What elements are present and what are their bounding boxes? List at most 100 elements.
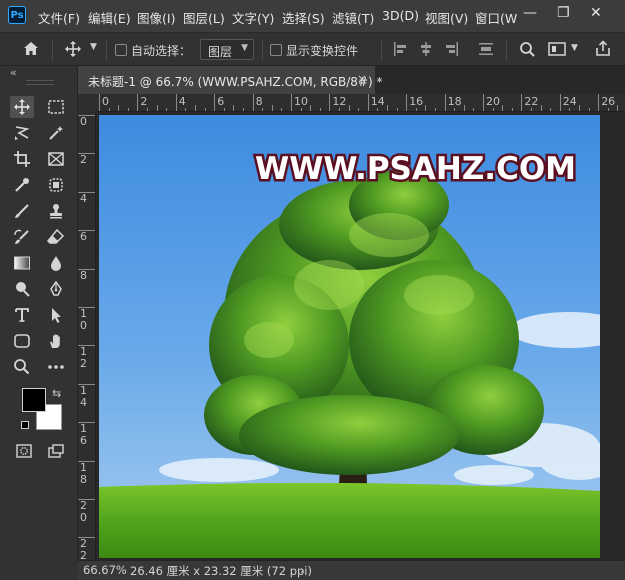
menu-type[interactable]: 文字(Y) (232, 8, 274, 27)
ruler-label: 0 (102, 95, 109, 108)
ruler-minor-tick (579, 105, 580, 111)
menu-3d[interactable]: 3D(D) (382, 8, 419, 23)
ruler-minor-tick (377, 108, 379, 111)
magic-wand-tool-icon[interactable] (44, 122, 68, 144)
document-tab[interactable]: 未标题-1 @ 66.7% (WWW.PSAHZ.COM, RGB/8#) * … (78, 66, 383, 94)
search-icon[interactable] (519, 41, 536, 61)
chevron-down-icon[interactable]: ▼ (90, 42, 97, 52)
show-transform-checkbox[interactable] (270, 44, 282, 56)
ruler-tick (78, 153, 95, 155)
document-info: 26.46 厘米 x 23.32 厘米 (72 ppi) (130, 564, 312, 578)
history-brush-tool-icon[interactable] (10, 226, 34, 248)
align-center-icon[interactable] (418, 41, 434, 60)
document-canvas[interactable]: WWW.PSAHZ.COM (99, 115, 600, 558)
hand-tool-icon[interactable] (44, 330, 68, 352)
ruler-label: 4 (178, 95, 186, 108)
ruler-minor-tick (617, 105, 619, 111)
ruler-label: 2 2 (80, 537, 87, 560)
swap-colors-icon[interactable]: ⇆ (52, 387, 61, 400)
ruler-tick (78, 191, 95, 193)
auto-select-checkbox[interactable] (115, 44, 127, 56)
distribute-icon[interactable] (478, 41, 494, 60)
layer-select-value: 图层 (208, 45, 233, 59)
marquee-tool-icon[interactable] (44, 96, 68, 118)
close-button[interactable]: ✕ (590, 5, 602, 21)
eyedropper-tool-icon[interactable] (10, 174, 34, 196)
ruler-tick (252, 94, 254, 111)
ruler-tick (78, 115, 95, 116)
lasso-tool-icon[interactable] (10, 122, 34, 144)
rectangle-tool-icon[interactable] (10, 330, 34, 352)
dodge-tool-icon[interactable] (10, 278, 34, 300)
ruler-minor-tick (339, 108, 340, 111)
clone-stamp-tool-icon[interactable] (44, 200, 68, 222)
share-icon[interactable] (594, 40, 612, 61)
ruler-minor-tick (348, 105, 350, 111)
collapse-panel-icon[interactable]: « (10, 66, 17, 79)
pen-tool-icon[interactable] (44, 278, 68, 300)
menu-select[interactable]: 选择(S) (282, 8, 325, 27)
ruler-tick (483, 94, 484, 111)
move-tool-preset-icon[interactable] (64, 40, 82, 61)
vertical-ruler[interactable]: 0 2 4 6 8 1 0 1 2 1 4 1 6 1 8 2 0 2 2 (78, 112, 96, 560)
quick-mask-icon[interactable] (12, 440, 36, 462)
default-colors-icon[interactable] (21, 421, 29, 429)
restore-button[interactable]: ❐ (557, 5, 570, 21)
gradient-tool-icon[interactable] (10, 252, 34, 274)
ruler-minor-tick (435, 108, 436, 111)
screen-mode-icon[interactable] (44, 440, 68, 462)
menu-window[interactable]: 窗口(W (475, 8, 517, 27)
ruler-tick (559, 94, 561, 111)
more-tools-icon[interactable] (44, 356, 68, 378)
ruler-tick (367, 94, 369, 111)
ruler-minor-tick (425, 105, 427, 111)
foreground-color-swatch[interactable] (22, 388, 46, 412)
menu-filter[interactable]: 滤镜(T) (332, 8, 374, 27)
workspace-icon[interactable] (548, 41, 566, 60)
path-selection-tool-icon[interactable] (44, 304, 68, 326)
ruler-minor-tick (454, 108, 456, 111)
ruler-label: 8 (255, 95, 263, 108)
ruler-minor-tick (147, 108, 148, 111)
ruler-minor-tick (396, 108, 398, 111)
type-tool-icon[interactable] (10, 304, 34, 326)
status-arrow-icon[interactable]: › (300, 563, 305, 577)
minimize-button[interactable]: — (523, 5, 537, 21)
home-icon[interactable] (22, 40, 40, 61)
ruler-minor-tick (281, 108, 283, 111)
crop-tool-icon[interactable] (10, 148, 34, 170)
ruler-label: 14 (370, 95, 385, 108)
frame-tool-icon[interactable] (44, 148, 68, 170)
ruler-origin[interactable] (78, 94, 96, 112)
ruler-tick (78, 422, 95, 424)
ruler-minor-tick (502, 105, 504, 111)
ruler-label: 1 0 (80, 307, 87, 332)
align-right-icon[interactable] (444, 41, 460, 60)
align-left-icon[interactable] (392, 41, 408, 60)
close-tab-icon[interactable]: × (357, 72, 367, 86)
ruler-minor-tick (588, 108, 590, 111)
spot-healing-tool-icon[interactable] (44, 174, 68, 196)
horizontal-ruler[interactable]: 0 2 4 6 8 10 12 14 16 18 20 22 24 26 (96, 94, 625, 112)
ruler-minor-tick (166, 108, 168, 111)
menu-image[interactable]: 图像(I) (137, 8, 175, 27)
move-tool-icon[interactable] (10, 96, 34, 118)
blur-tool-icon[interactable] (44, 252, 68, 274)
zoom-tool-icon[interactable] (10, 356, 34, 378)
ruler-minor-tick (540, 105, 542, 111)
photoshop-logo[interactable]: Ps (8, 6, 26, 24)
zoom-level[interactable]: 66.67% (83, 563, 127, 577)
eraser-tool-icon[interactable] (44, 226, 68, 248)
menu-edit[interactable]: 编辑(E) (88, 8, 131, 27)
menu-layer[interactable]: 图层(L) (183, 8, 225, 27)
brush-tool-icon[interactable] (10, 200, 34, 222)
ruler-minor-tick (195, 105, 196, 111)
menu-file[interactable]: 文件(F) (38, 8, 80, 27)
menu-view[interactable]: 视图(V) (425, 8, 468, 27)
layer-select-dropdown[interactable]: 图层 ▼ (200, 39, 254, 60)
ruler-tick (598, 94, 600, 111)
ruler-tick (78, 460, 95, 462)
chevron-down-icon[interactable]: ▼ (571, 43, 578, 53)
ruler-label: 12 (332, 95, 347, 108)
ruler-label: 6 (217, 95, 225, 108)
